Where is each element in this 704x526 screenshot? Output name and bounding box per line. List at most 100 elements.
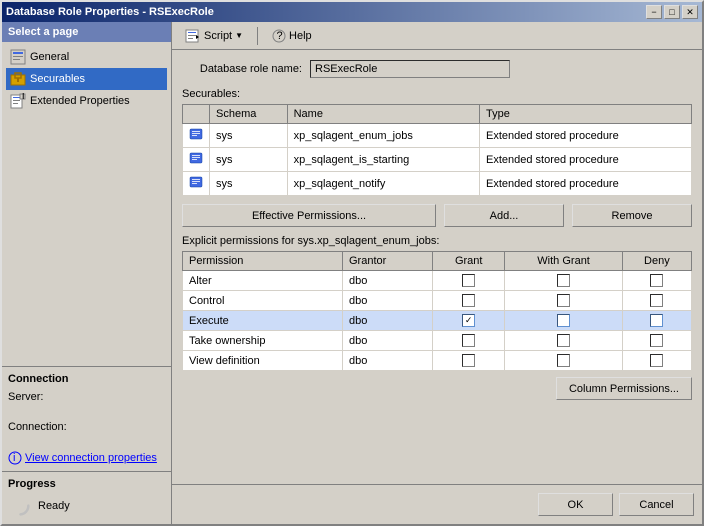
perms-header-row: Permission Grantor Grant With Grant Deny bbox=[183, 252, 692, 271]
row-type: Extended stored procedure bbox=[480, 172, 692, 196]
checkbox[interactable] bbox=[462, 274, 475, 287]
perm-grantor: dbo bbox=[343, 311, 433, 331]
help-button[interactable]: ? Help bbox=[265, 25, 319, 47]
perm-col-permission: Permission bbox=[183, 252, 343, 271]
checkbox-cell bbox=[439, 294, 498, 307]
connection-row: Connection: bbox=[8, 421, 165, 445]
connection-label: Connection: bbox=[8, 421, 67, 433]
help-icon: ? bbox=[272, 29, 286, 43]
table-row[interactable]: sys xp_sqlagent_is_starting Extended sto… bbox=[183, 148, 692, 172]
sidebar-item-general[interactable]: General bbox=[6, 46, 167, 68]
checkbox-cell: ✓ bbox=[439, 314, 498, 327]
effective-permissions-label: Effective Permissions... bbox=[252, 210, 366, 222]
panel-body: Database role name: RSExecRole Securable… bbox=[172, 50, 702, 484]
perm-name: Alter bbox=[183, 271, 343, 291]
checkbox[interactable] bbox=[650, 274, 663, 287]
db-role-row: Database role name: RSExecRole bbox=[182, 60, 692, 78]
svg-text:i: i bbox=[13, 452, 15, 464]
main-panel: Script ▼ ? Help Database role name: R bbox=[172, 22, 702, 524]
perm-grantor: dbo bbox=[343, 331, 433, 351]
checkbox-cell bbox=[629, 294, 685, 307]
db-role-label: Database role name: bbox=[182, 63, 302, 75]
perm-name: Control bbox=[183, 291, 343, 311]
script-button[interactable]: Script ▼ bbox=[178, 25, 250, 47]
checkbox[interactable] bbox=[557, 314, 570, 327]
maximize-button[interactable]: □ bbox=[664, 5, 680, 19]
checkbox-cell bbox=[439, 334, 498, 347]
checkbox[interactable] bbox=[557, 354, 570, 367]
table-row[interactable]: View definition dbo bbox=[183, 351, 692, 371]
perm-withgrant bbox=[505, 291, 622, 311]
table-row[interactable]: Control dbo bbox=[183, 291, 692, 311]
content-area: Select a page General bbox=[2, 22, 702, 524]
sidebar-label-extprops: Extended Properties bbox=[30, 95, 130, 107]
perm-name: Execute bbox=[183, 311, 343, 331]
checkbox[interactable] bbox=[557, 294, 570, 307]
window-controls: − □ ✕ bbox=[646, 5, 698, 19]
column-perms-row: Column Permissions... bbox=[182, 377, 692, 400]
perm-deny bbox=[622, 331, 691, 351]
row-name: xp_sqlagent_is_starting bbox=[287, 148, 479, 172]
col-schema: Schema bbox=[210, 105, 288, 124]
perm-withgrant bbox=[505, 351, 622, 371]
perm-grantor: dbo bbox=[343, 291, 433, 311]
table-row[interactable]: Alter dbo bbox=[183, 271, 692, 291]
progress-spinner bbox=[8, 494, 32, 518]
table-row[interactable]: sys xp_sqlagent_enum_jobs Extended store… bbox=[183, 124, 692, 148]
ok-button[interactable]: OK bbox=[538, 493, 613, 516]
remove-button[interactable]: Remove bbox=[572, 204, 692, 227]
perm-deny bbox=[622, 271, 691, 291]
effective-permissions-button[interactable]: Effective Permissions... bbox=[182, 204, 436, 227]
progress-content: Ready bbox=[8, 494, 165, 518]
link-icon: i bbox=[8, 451, 22, 465]
progress-status: Ready bbox=[38, 500, 70, 512]
checkbox-cell bbox=[511, 334, 615, 347]
checkbox[interactable] bbox=[650, 334, 663, 347]
perm-grant: ✓ bbox=[432, 311, 504, 331]
connection-section: Connection Server: Connection: i View co… bbox=[2, 366, 171, 471]
securables-section-label: Securables: bbox=[182, 88, 692, 100]
minimize-button[interactable]: − bbox=[646, 5, 662, 19]
column-permissions-label: Column Permissions... bbox=[569, 383, 679, 395]
perm-grant bbox=[432, 271, 504, 291]
view-link-text: View connection properties bbox=[25, 452, 157, 464]
checkbox[interactable] bbox=[557, 334, 570, 347]
perm-name: Take ownership bbox=[183, 331, 343, 351]
checkbox-cell bbox=[439, 354, 498, 367]
close-button[interactable]: ✕ bbox=[682, 5, 698, 19]
cancel-button[interactable]: Cancel bbox=[619, 493, 694, 516]
perm-withgrant bbox=[505, 271, 622, 291]
perm-grant bbox=[432, 291, 504, 311]
checkbox[interactable] bbox=[650, 314, 663, 327]
svg-text:i: i bbox=[22, 93, 24, 102]
add-button[interactable]: Add... bbox=[444, 204, 564, 227]
table-row[interactable]: Execute dbo ✓ bbox=[183, 311, 692, 331]
checkbox-cell bbox=[629, 354, 685, 367]
checkbox[interactable]: ✓ bbox=[462, 314, 475, 327]
perm-deny bbox=[622, 311, 691, 331]
table-row[interactable]: sys xp_sqlagent_notify Extended stored p… bbox=[183, 172, 692, 196]
script-label: Script bbox=[204, 30, 232, 42]
perm-grant bbox=[432, 331, 504, 351]
checkbox[interactable] bbox=[462, 334, 475, 347]
checkbox[interactable] bbox=[462, 294, 475, 307]
perm-grantor: dbo bbox=[343, 351, 433, 371]
perm-grant bbox=[432, 351, 504, 371]
perm-col-withgrant: With Grant bbox=[505, 252, 622, 271]
sidebar-item-securables[interactable]: Securables bbox=[6, 68, 167, 90]
help-label: Help bbox=[289, 30, 312, 42]
svg-text:?: ? bbox=[277, 30, 283, 42]
perm-withgrant bbox=[505, 331, 622, 351]
column-permissions-button[interactable]: Column Permissions... bbox=[556, 377, 692, 400]
checkbox[interactable] bbox=[462, 354, 475, 367]
view-connection-link[interactable]: i View connection properties bbox=[8, 451, 165, 465]
row-icon-cell bbox=[183, 172, 210, 196]
row-schema: sys bbox=[210, 172, 288, 196]
securables-actions: Effective Permissions... Add... Remove bbox=[182, 204, 692, 227]
checkbox[interactable] bbox=[650, 354, 663, 367]
checkbox[interactable] bbox=[557, 274, 570, 287]
table-row[interactable]: Take ownership dbo bbox=[183, 331, 692, 351]
sidebar-item-extprops[interactable]: i Extended Properties bbox=[6, 90, 167, 112]
title-bar: Database Role Properties - RSExecRole − … bbox=[2, 2, 702, 22]
checkbox[interactable] bbox=[650, 294, 663, 307]
